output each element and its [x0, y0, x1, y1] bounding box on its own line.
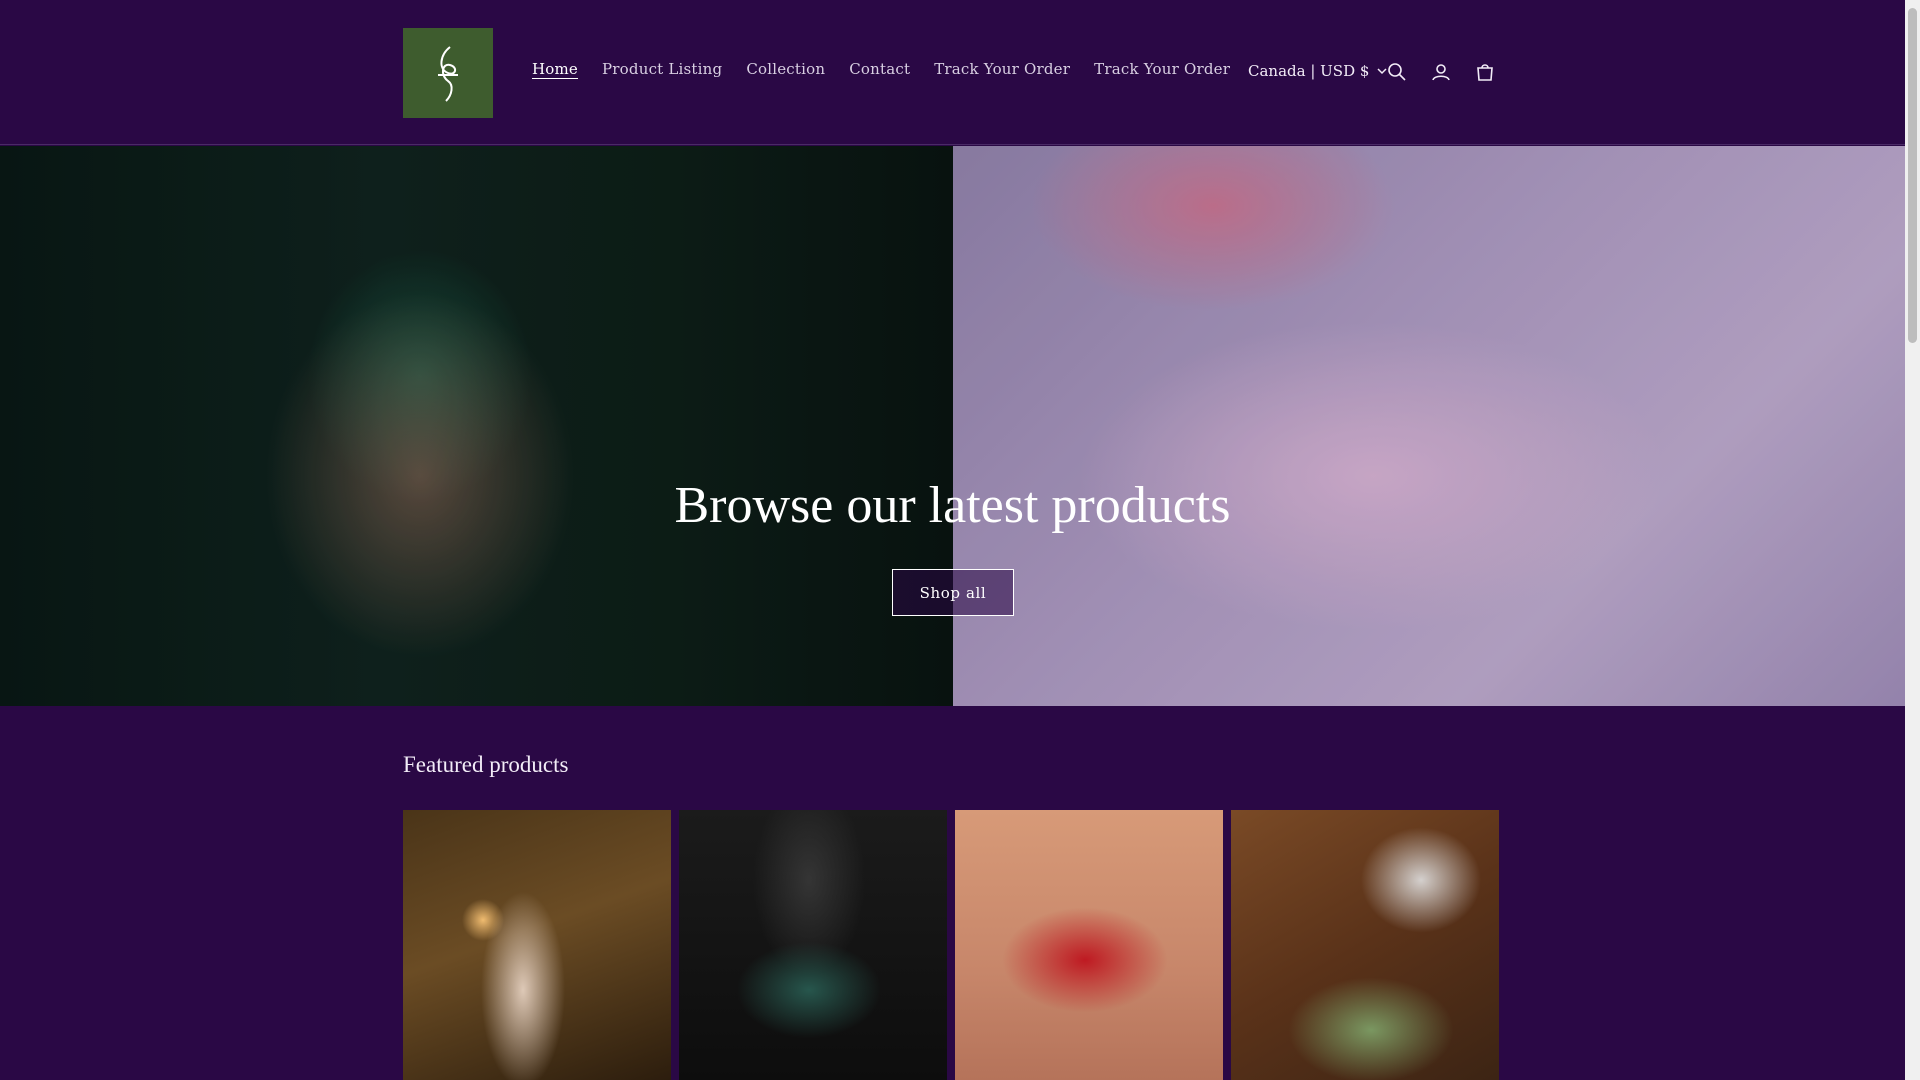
product-card-4[interactable]: [1231, 810, 1499, 1080]
product-grid: [403, 810, 1499, 1080]
nav-track-order-2[interactable]: Track Your Order: [1094, 60, 1230, 78]
hero-banner: Browse our latest products Shop all: [0, 146, 1905, 706]
site-header: Home Product Listing Collection Contact …: [0, 0, 1905, 145]
country-currency-selector[interactable]: Canada | USD $: [1248, 62, 1387, 80]
nav-product-listing[interactable]: Product Listing: [602, 60, 722, 78]
scrollbar-thumb[interactable]: [1908, 8, 1917, 343]
shop-all-button[interactable]: Shop all: [892, 569, 1014, 616]
nav-track-order-1[interactable]: Track Your Order: [934, 60, 1070, 78]
cart-icon[interactable]: [1471, 58, 1499, 86]
main-nav: Home Product Listing Collection Contact …: [532, 60, 1254, 78]
hero-title: Browse our latest products: [674, 477, 1231, 534]
nav-contact[interactable]: Contact: [849, 60, 910, 78]
product-card-3[interactable]: [955, 810, 1223, 1080]
logo[interactable]: [403, 28, 493, 118]
search-icon[interactable]: [1383, 58, 1411, 86]
featured-products-title: Featured products: [403, 752, 569, 777]
logo-mark-icon: [438, 46, 458, 102]
nav-collection[interactable]: Collection: [746, 60, 825, 78]
product-card-2[interactable]: [679, 810, 947, 1080]
nav-home[interactable]: Home: [532, 60, 578, 78]
account-icon[interactable]: [1427, 58, 1455, 86]
locale-label: Canada | USD $: [1248, 62, 1370, 80]
product-card-1[interactable]: [403, 810, 671, 1080]
